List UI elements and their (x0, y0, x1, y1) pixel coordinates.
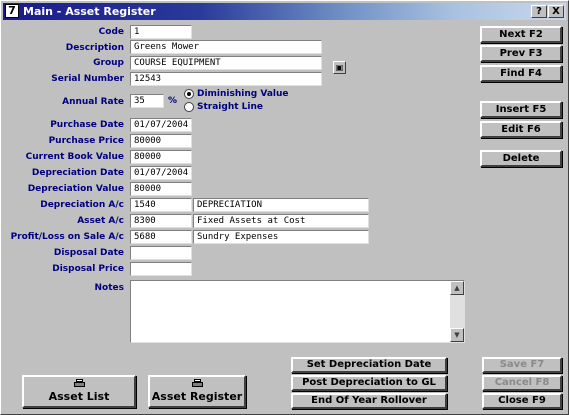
close-window-button[interactable]: X (548, 5, 564, 18)
disposal-date-label: Disposal Date (53, 248, 124, 258)
scroll-down-icon[interactable]: ▼ (450, 328, 464, 342)
purchase-price-label: Purchase Price (48, 136, 124, 146)
radio-straight-line-label: Straight Line (197, 102, 263, 112)
disposal-price-field[interactable] (130, 262, 192, 276)
serial-number-label: Serial Number (51, 74, 124, 84)
depreciation-ac-label: Depreciation A/c (40, 200, 124, 210)
disposal-date-field[interactable] (130, 246, 192, 260)
description-field[interactable]: Greens Mower (130, 40, 322, 54)
profit-loss-ac-name-field[interactable]: Sundry Expenses (193, 230, 369, 244)
prev-button[interactable]: Prev F3 (480, 45, 562, 62)
notes-label: Notes (94, 283, 124, 293)
asset-list-button[interactable]: Asset List (22, 375, 136, 408)
depreciation-ac-field[interactable]: 1540 (130, 198, 192, 212)
disposal-price-label: Disposal Price (52, 264, 124, 274)
depreciation-date-field[interactable]: 01/07/2004 (130, 166, 192, 180)
insert-button[interactable]: Insert F5 (480, 101, 562, 118)
radio-diminishing-value-label: Diminishing Value (197, 89, 289, 99)
current-book-value-field[interactable]: 80000 (130, 150, 192, 164)
scroll-up-icon[interactable]: ▲ (450, 281, 464, 295)
title-bar: 7 Main - Asset Register ? X (3, 3, 566, 20)
radio-diminishing-value[interactable] (184, 89, 194, 99)
asset-ac-field[interactable]: 8300 (130, 214, 192, 228)
find-button[interactable]: Find F4 (480, 65, 562, 82)
save-button[interactable]: Save F7 (482, 357, 562, 373)
edit-button[interactable]: Edit F6 (480, 121, 562, 138)
current-book-value-label: Current Book Value (25, 152, 124, 162)
delete-button[interactable]: Delete (480, 150, 562, 167)
asset-ac-name-field[interactable]: Fixed Assets at Cost (193, 214, 369, 228)
group-field[interactable]: COURSE EQUIPMENT (130, 56, 322, 70)
help-button[interactable]: ? (531, 5, 547, 18)
annual-rate-field[interactable]: 35 (130, 94, 164, 108)
asset-register-label: Asset Register (151, 390, 243, 403)
notes-field[interactable]: ▲ ▼ (130, 280, 465, 343)
asset-register-window: 7 Main - Asset Register ? X Code Descrip… (0, 0, 569, 415)
radio-straight-line[interactable] (184, 102, 194, 112)
end-of-year-rollover-button[interactable]: End Of Year Rollover (291, 393, 447, 409)
set-depreciation-date-button[interactable]: Set Depreciation Date (291, 357, 447, 373)
code-label: Code (98, 27, 124, 37)
purchase-price-field[interactable]: 80000 (130, 134, 192, 148)
profit-loss-ac-label: Profit/Loss on Sale A/c (10, 232, 124, 242)
annual-rate-label: Annual Rate (62, 97, 124, 107)
window-title: Main - Asset Register (23, 5, 156, 18)
purchase-date-field[interactable]: 01/07/2004 (130, 118, 192, 132)
serial-number-field[interactable]: 12543 (130, 72, 322, 86)
asset-register-button[interactable]: Asset Register (148, 375, 246, 408)
close-button[interactable]: Close F9 (482, 393, 562, 409)
depreciation-date-label: Depreciation Date (31, 168, 124, 178)
post-depreciation-button[interactable]: Post Depreciation to GL (291, 375, 447, 391)
group-label: Group (93, 58, 124, 68)
percent-sign: % (168, 96, 178, 106)
asset-ac-label: Asset A/c (77, 216, 124, 226)
cancel-button[interactable]: Cancel F8 (482, 375, 562, 391)
code-field[interactable]: 1 (130, 25, 192, 39)
depreciation-value-label: Depreciation Value (27, 184, 124, 194)
asset-list-label: Asset List (48, 390, 110, 403)
depreciation-value-field[interactable]: 80000 (130, 182, 192, 196)
app-icon[interactable]: 7 (5, 4, 19, 18)
lookup-icon[interactable]: ▣ (333, 61, 346, 74)
next-button[interactable]: Next F2 (480, 26, 562, 43)
profit-loss-ac-field[interactable]: 5680 (130, 230, 192, 244)
printer-icon (74, 379, 85, 388)
purchase-date-label: Purchase Date (50, 120, 124, 130)
depreciation-ac-name-field[interactable]: DEPRECIATION (193, 198, 369, 212)
description-label: Description (65, 43, 124, 53)
printer-icon (192, 379, 203, 388)
notes-scrollbar[interactable]: ▲ ▼ (450, 281, 464, 342)
